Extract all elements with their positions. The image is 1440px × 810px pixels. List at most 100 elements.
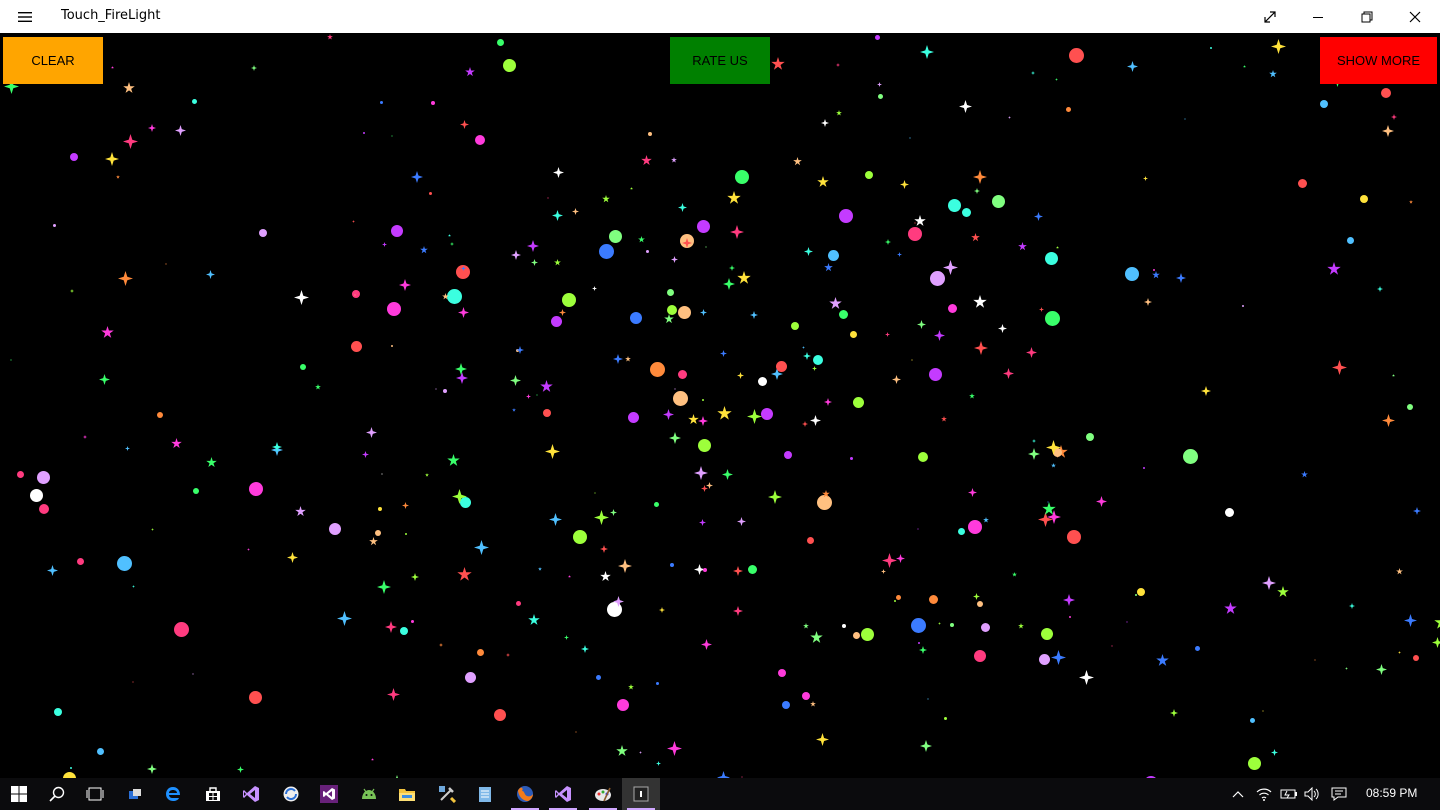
notepad-icon[interactable] — [466, 778, 504, 810]
minimize-icon[interactable] — [1295, 0, 1341, 33]
hamburger-icon[interactable] — [8, 0, 42, 33]
firework-particle — [429, 192, 432, 195]
firework-particle — [877, 82, 882, 87]
firework-particle — [148, 124, 156, 132]
show-more-button[interactable]: SHOW MORE — [1320, 37, 1437, 84]
visual-studio-icon[interactable] — [232, 778, 270, 810]
firework-particle — [83, 435, 87, 439]
paint-icon[interactable] — [584, 778, 622, 810]
firework-particle — [878, 94, 883, 99]
firework-particle — [510, 375, 521, 386]
action-center-icon[interactable] — [1328, 778, 1350, 810]
settings-tool-icon[interactable] — [116, 778, 154, 810]
firework-particle — [802, 692, 810, 700]
firework-particle — [850, 331, 857, 338]
firework-particle — [456, 265, 470, 279]
volume-icon[interactable] — [1302, 778, 1322, 810]
firework-particle — [673, 391, 688, 406]
windows-start-icon[interactable] — [0, 778, 38, 810]
file-explorer-icon[interactable] — [388, 778, 426, 810]
firework-particle — [1376, 664, 1387, 675]
firework-particle — [1434, 615, 1440, 629]
wifi-icon[interactable] — [1254, 778, 1274, 810]
firework-particle — [981, 623, 990, 632]
firework-particle — [992, 195, 1005, 208]
browser-sync-icon[interactable] — [272, 778, 310, 810]
firework-particle — [371, 758, 374, 761]
restore-icon[interactable] — [1344, 0, 1390, 33]
firework-particle — [118, 271, 133, 286]
search-icon[interactable] — [38, 778, 76, 810]
firework-particle — [1332, 360, 1347, 375]
firework-particle — [737, 271, 751, 284]
firework-particle — [1152, 271, 1160, 279]
firework-particle — [30, 489, 43, 502]
firework-particle — [497, 39, 504, 46]
firework-particle — [1067, 530, 1081, 544]
firework-particle — [1079, 670, 1094, 685]
firework-particle — [664, 314, 674, 324]
firework-particle — [836, 110, 842, 116]
firework-particle — [1301, 471, 1308, 478]
firework-particle — [698, 439, 711, 452]
firework-particle — [694, 466, 708, 480]
firework-particle — [474, 540, 489, 555]
visual-studio-icon[interactable] — [310, 778, 348, 810]
taskbar-clock[interactable]: 08:59 PM — [1366, 786, 1417, 800]
firework-particle — [737, 517, 746, 526]
firework-particle — [1143, 176, 1148, 181]
firework-particle — [551, 316, 562, 327]
firework-particle — [1111, 645, 1113, 647]
firework-particle — [602, 195, 610, 203]
firework-particle — [674, 388, 676, 390]
firework-particle — [911, 359, 913, 361]
firework-particle — [885, 332, 890, 337]
firework-particle — [549, 513, 562, 526]
firework-particle — [758, 377, 767, 386]
firework-particle — [1314, 659, 1316, 661]
firework-particle — [881, 569, 886, 574]
firework-particle — [817, 495, 832, 510]
firework-particle — [247, 548, 250, 551]
firework-particle — [663, 409, 674, 420]
close-icon[interactable] — [1392, 0, 1438, 33]
firework-particle — [671, 157, 677, 163]
firework-particle — [287, 552, 298, 563]
store-icon[interactable] — [194, 778, 232, 810]
firework-particle — [1039, 307, 1044, 312]
firework-particle — [327, 34, 333, 40]
firework-particle — [538, 567, 542, 571]
firework-particle — [1125, 267, 1139, 281]
android-icon[interactable] — [350, 778, 388, 810]
firework-particle — [1063, 594, 1075, 606]
firefox-icon[interactable] — [506, 778, 544, 810]
firework-particle — [366, 427, 377, 438]
firework-particle — [896, 595, 901, 600]
firework-particle — [650, 362, 665, 377]
edge-icon[interactable] — [154, 778, 192, 810]
visual-studio-icon[interactable] — [544, 778, 582, 810]
firework-particle — [1066, 107, 1071, 112]
firework-particle — [192, 99, 197, 104]
app-window-icon[interactable] — [622, 778, 660, 810]
chevron-up-icon[interactable] — [1228, 778, 1248, 810]
fullscreen-icon[interactable] — [1247, 0, 1293, 33]
firework-particle — [527, 240, 539, 252]
firework-particle — [1003, 368, 1014, 379]
battery-icon[interactable] — [1278, 778, 1300, 810]
firework-particle — [839, 310, 848, 319]
tools-icon[interactable] — [428, 778, 466, 810]
firework-particle — [192, 673, 194, 675]
clear-button[interactable]: CLEAR — [3, 37, 103, 84]
firework-particle — [944, 717, 947, 720]
firework-particle — [1271, 749, 1278, 756]
rate-us-button[interactable]: RATE US — [670, 37, 770, 84]
task-view-icon[interactable] — [76, 778, 114, 810]
firework-particle — [465, 672, 476, 683]
firework-particle — [1250, 718, 1255, 723]
firework-particle — [1225, 508, 1234, 517]
drawing-canvas[interactable]: CLEAR RATE US SHOW MORE — [0, 33, 1440, 778]
firework-particle — [828, 250, 839, 261]
firework-particle — [701, 485, 708, 492]
firework-particle — [1069, 616, 1071, 618]
